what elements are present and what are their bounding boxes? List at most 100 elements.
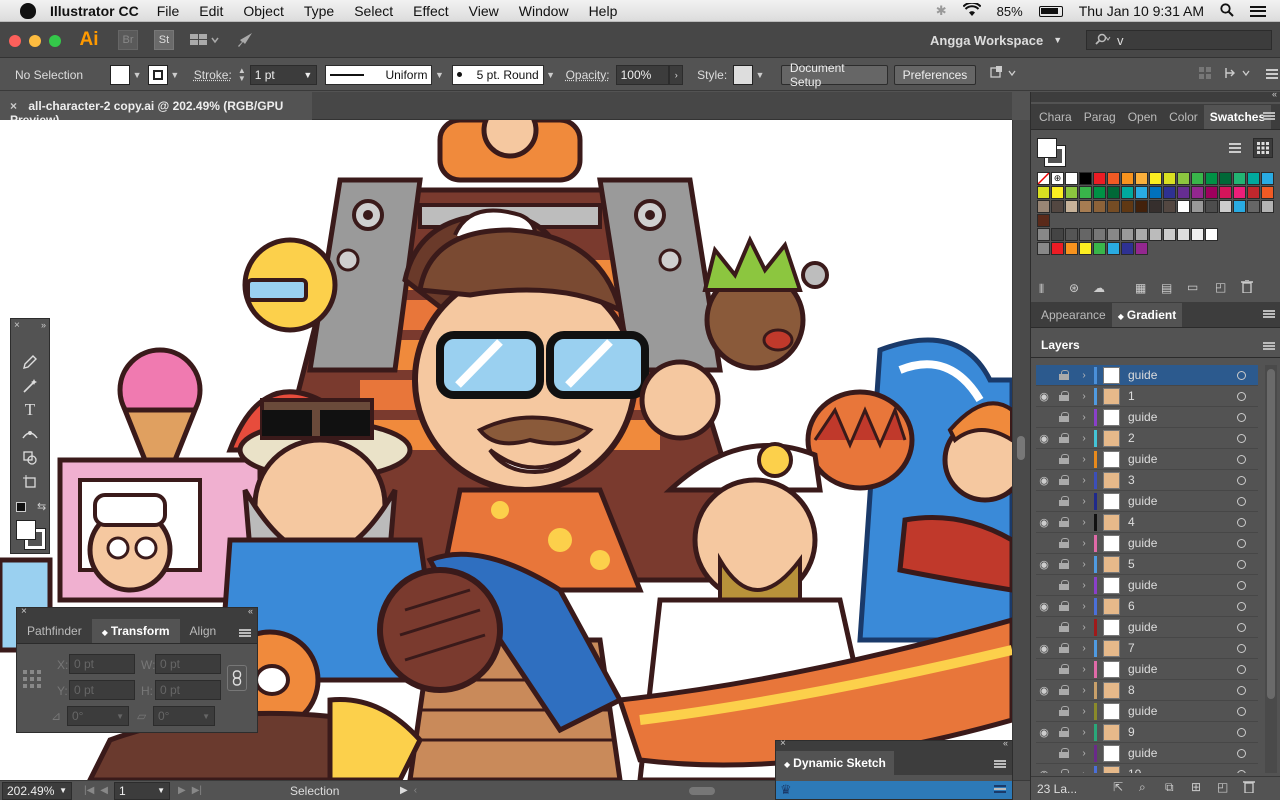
y-position-field[interactable]: 0 pt xyxy=(69,680,135,700)
expand-chevron-icon[interactable]: › xyxy=(1076,391,1092,402)
target-circle-icon[interactable] xyxy=(1237,413,1246,422)
swatch[interactable] xyxy=(1065,186,1078,199)
lock-icon[interactable] xyxy=(1058,496,1072,506)
expand-chevron-icon[interactable]: › xyxy=(1076,454,1092,465)
close-panel-icon[interactable]: × xyxy=(780,738,786,749)
target-circle-icon[interactable] xyxy=(1237,476,1246,485)
swatch[interactable] xyxy=(1135,200,1148,213)
notification-center-icon[interactable] xyxy=(1250,6,1266,17)
swatch[interactable] xyxy=(1135,242,1148,255)
tab-layers[interactable]: Layers xyxy=(1031,333,1086,357)
lock-icon[interactable] xyxy=(1058,412,1072,422)
swatch[interactable] xyxy=(1261,200,1274,213)
artboard-number-field[interactable]: 1 ▼ xyxy=(114,782,170,800)
new-color-group-icon[interactable]: ▭ xyxy=(1187,280,1198,294)
layers-scrollbar[interactable] xyxy=(1265,365,1277,773)
swatch[interactable] xyxy=(1247,172,1260,185)
new-sublayer-icon[interactable]: ⊞ xyxy=(1191,780,1201,794)
chevron-down-icon[interactable]: ▼ xyxy=(59,786,67,795)
lock-icon[interactable] xyxy=(1058,706,1072,716)
last-artboard-icon[interactable]: ▶| xyxy=(192,785,202,796)
menu-help[interactable]: Help xyxy=(589,3,618,19)
expand-chevron-icon[interactable]: › xyxy=(1076,748,1092,759)
layer-row[interactable]: › guide xyxy=(1036,365,1258,386)
swatch[interactable] xyxy=(1051,242,1064,255)
layer-row[interactable]: › guide xyxy=(1036,575,1258,596)
layer-row[interactable]: › guide xyxy=(1036,743,1258,764)
swatch[interactable] xyxy=(1219,186,1232,199)
swatch[interactable] xyxy=(1261,186,1274,199)
swap-fill-stroke-icon[interactable]: ⇆ xyxy=(37,500,46,513)
swatch[interactable] xyxy=(1163,200,1176,213)
swatch[interactable] xyxy=(1093,228,1106,241)
panel-menu-icon[interactable] xyxy=(239,629,251,637)
swatch[interactable] xyxy=(1149,200,1162,213)
target-circle-icon[interactable] xyxy=(1237,518,1246,527)
swatch[interactable] xyxy=(1177,228,1190,241)
fill-color-box[interactable] xyxy=(16,520,36,540)
layer-row[interactable]: ◉ › 9 xyxy=(1036,722,1258,743)
expand-chevron-icon[interactable]: › xyxy=(1076,769,1092,774)
stock-button[interactable]: St xyxy=(154,30,174,50)
expand-chevron-icon[interactable]: › xyxy=(1076,538,1092,549)
swatch-libraries-icon[interactable]: ⫴ xyxy=(1039,282,1044,297)
chevron-down-icon[interactable]: ▼ xyxy=(432,70,446,80)
document-setup-button[interactable]: Document Setup xyxy=(781,65,888,85)
layer-row[interactable]: › guide xyxy=(1036,407,1258,428)
swatch[interactable] xyxy=(1163,228,1176,241)
swatch-fill-box[interactable] xyxy=(1037,138,1057,158)
swatch[interactable] xyxy=(1051,186,1064,199)
chevron-down-icon[interactable]: ▼ xyxy=(753,70,767,80)
swatch[interactable] xyxy=(1093,172,1106,185)
minimize-window-button[interactable] xyxy=(29,35,41,47)
dynamic-sketch-menu-icon[interactable] xyxy=(994,785,1006,793)
menu-window[interactable]: Window xyxy=(519,3,569,19)
lock-icon[interactable] xyxy=(1058,769,1072,773)
lock-icon[interactable] xyxy=(1058,559,1072,569)
stroke-weight-stepper[interactable]: ▲ ▼ xyxy=(238,67,248,83)
chevron-down-icon[interactable]: ▼ xyxy=(130,70,144,80)
swatch[interactable] xyxy=(1065,172,1078,185)
layer-row[interactable]: › guide xyxy=(1036,491,1258,512)
visibility-eye-icon[interactable]: ◉ xyxy=(1036,474,1052,487)
swatch[interactable] xyxy=(1093,200,1106,213)
swatch[interactable] xyxy=(1051,200,1064,213)
swatch[interactable] xyxy=(1065,228,1078,241)
swatch[interactable] xyxy=(1079,200,1092,213)
expand-chevron-icon[interactable]: › xyxy=(1076,706,1092,717)
swatch-registration[interactable]: ⊕ xyxy=(1051,172,1064,185)
align-icon[interactable] xyxy=(1198,66,1214,83)
width-tool-icon[interactable] xyxy=(20,425,40,443)
bluetooth-icon[interactable]: ✱ xyxy=(936,3,947,19)
menu-edit[interactable]: Edit xyxy=(199,3,223,19)
expand-chevron-icon[interactable]: › xyxy=(1076,685,1092,696)
add-to-library-icon[interactable]: ⊛ xyxy=(1069,281,1079,295)
swatch[interactable] xyxy=(1135,172,1148,185)
swatch[interactable] xyxy=(1079,228,1092,241)
spotlight-search-icon[interactable] xyxy=(1220,3,1234,20)
expand-chevron-icon[interactable]: › xyxy=(1076,475,1092,486)
swatch[interactable] xyxy=(1261,172,1274,185)
expand-chevron-icon[interactable]: › xyxy=(1076,664,1092,675)
grid-view-icon[interactable] xyxy=(1253,138,1273,158)
lock-icon[interactable] xyxy=(1058,391,1072,401)
apple-icon[interactable] xyxy=(20,3,36,19)
menu-type[interactable]: Type xyxy=(304,3,334,19)
shear-angle-field[interactable]: 0° ▼ xyxy=(153,706,215,726)
magic-wand-tool-icon[interactable] xyxy=(20,377,40,395)
list-view-icon[interactable] xyxy=(1229,142,1241,157)
layer-row[interactable]: ◉ › 8 xyxy=(1036,680,1258,701)
lock-icon[interactable] xyxy=(1058,475,1072,485)
layer-row[interactable]: › guide xyxy=(1036,533,1258,554)
swatch[interactable] xyxy=(1219,200,1232,213)
layer-row[interactable]: ◉ › 7 xyxy=(1036,638,1258,659)
swatch[interactable] xyxy=(1065,200,1078,213)
chevron-down-icon[interactable]: ▼ xyxy=(168,70,182,80)
swatch[interactable] xyxy=(1051,228,1064,241)
tab-dynamic-sketch[interactable]: ◆ Dynamic Sketch xyxy=(776,751,894,775)
layer-row[interactable]: › guide xyxy=(1036,617,1258,638)
tab-character[interactable]: Chara xyxy=(1031,105,1078,129)
preferences-button[interactable]: Preferences xyxy=(894,65,977,85)
chevron-down-icon[interactable]: ▼ xyxy=(202,712,210,721)
panel-menu-icon[interactable] xyxy=(1263,342,1275,350)
